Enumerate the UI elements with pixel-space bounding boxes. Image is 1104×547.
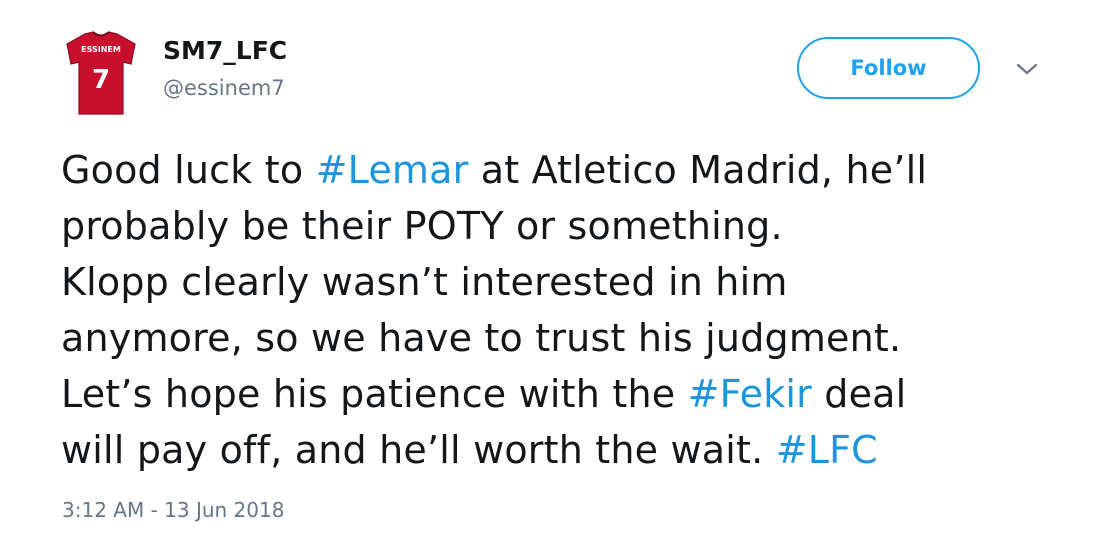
tweet-line: Let’s hope his patience with the #Fekir … — [61, 372, 907, 416]
tweet-line: will pay off, and he’ll worth the wait. … — [61, 428, 878, 472]
follow-button[interactable]: Follow — [797, 37, 980, 99]
tweet-line: probably be their POTY or something. — [61, 204, 783, 248]
tweet-line: Good luck to #Lemar at Atletico Madrid, … — [61, 148, 928, 192]
user-handle[interactable]: @essinem7 — [163, 76, 285, 100]
tweet-line: anymore, so we have to trust his judgmen… — [61, 316, 902, 360]
display-name[interactable]: SM7_LFC — [163, 36, 287, 65]
tweet-timestamp[interactable]: 3:12 AM - 13 Jun 2018 — [62, 498, 284, 522]
more-options-button[interactable] — [1014, 60, 1040, 78]
hashtag-fekir-link[interactable]: #Fekir — [688, 372, 812, 416]
tweet-text: Good luck to #Lemar at Atletico Madrid, … — [61, 142, 1071, 478]
tweet-card: ESSINEM 7 SM7_LFC @essinem7 Follow Good … — [0, 0, 1104, 547]
avatar[interactable]: ESSINEM 7 — [63, 30, 139, 116]
hashtag-lfc-link[interactable]: #LFC — [776, 428, 878, 472]
chevron-down-icon — [1016, 63, 1038, 75]
tweet-line: Klopp clearly wasn’t interested in him — [61, 260, 788, 304]
hashtag-lemar-link[interactable]: #Lemar — [316, 148, 469, 192]
jersey-avatar-icon: ESSINEM 7 — [66, 31, 136, 115]
jersey-name: ESSINEM — [81, 45, 121, 54]
jersey-number: 7 — [92, 65, 110, 95]
